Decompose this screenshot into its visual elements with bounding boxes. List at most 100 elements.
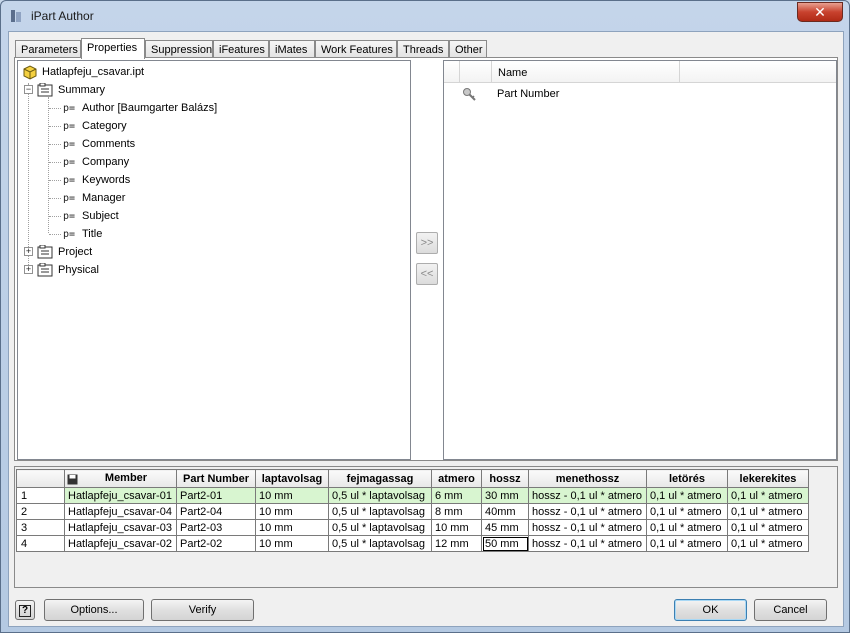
table-cell[interactable]: 30 mm	[481, 487, 529, 504]
row-number[interactable]: 1	[16, 487, 65, 504]
tab-imates[interactable]: iMates	[269, 40, 315, 58]
table-cell[interactable]: 12 mm	[431, 535, 482, 552]
column-header-menethossz[interactable]: menethossz	[528, 469, 647, 488]
add-property-button[interactable]: >>	[416, 232, 438, 254]
table-cell[interactable]: 0,1 ul * atmero	[646, 519, 728, 536]
tree-node-summary[interactable]: − Summary	[22, 81, 402, 99]
row-number[interactable]: 3	[16, 519, 65, 536]
table-cell[interactable]: 0,1 ul * atmero	[646, 503, 728, 520]
tree-property-item[interactable]: p= Category	[22, 117, 402, 135]
tab-threads[interactable]: Threads	[397, 40, 449, 58]
table-cell[interactable]: Hatlapfeju_csavar-03	[64, 519, 177, 536]
column-header-letores[interactable]: letörés	[646, 469, 728, 488]
corner-cell[interactable]	[16, 469, 65, 488]
tab-other[interactable]: Other	[449, 40, 487, 58]
property-set-icon	[37, 83, 53, 97]
header-cell[interactable]	[460, 61, 492, 83]
cancel-button[interactable]: Cancel	[754, 599, 827, 621]
tree-connector	[49, 162, 61, 163]
remove-property-button[interactable]: <<	[416, 263, 438, 285]
property-icon: p=	[63, 157, 76, 168]
help-button[interactable]: ?	[15, 600, 35, 620]
tree-property-label: Keywords	[82, 174, 131, 186]
tab-work-features[interactable]: Work Features	[315, 40, 397, 58]
table-cell[interactable]: 0,5 ul * laptavolsag	[328, 535, 432, 552]
table-row[interactable]: 3 Hatlapfeju_csavar-03 Part2-03 10 mm 0,5 ul…	[16, 519, 809, 536]
tree-property-item[interactable]: p= Author [Baumgarter Balázs]	[22, 99, 402, 117]
tab-parameters[interactable]: Parameters	[15, 40, 81, 58]
verify-button[interactable]: Verify	[151, 599, 254, 621]
tree-property-item[interactable]: p= Company	[22, 153, 402, 171]
tree-node-physical[interactable]: + Physical	[22, 261, 402, 279]
table-cell[interactable]: Part2-03	[176, 519, 256, 536]
header-cell[interactable]	[444, 61, 460, 83]
tab-ifeatures[interactable]: iFeatures	[213, 40, 269, 58]
tab-suppression[interactable]: Suppression	[145, 40, 213, 58]
table-cell[interactable]: 0,5 ul * laptavolsag	[328, 487, 432, 504]
ok-button[interactable]: OK	[674, 599, 747, 621]
table-row[interactable]: 4 Hatlapfeju_csavar-02 Part2-02 10 mm 0,5 ul…	[16, 535, 809, 552]
table-cell[interactable]: Part2-04	[176, 503, 256, 520]
table-cell[interactable]: 10 mm	[255, 535, 329, 552]
table-cell[interactable]: Hatlapfeju_csavar-04	[64, 503, 177, 520]
expand-icon[interactable]: +	[24, 264, 33, 274]
expand-icon[interactable]: +	[24, 246, 33, 256]
table-cell[interactable]: 0,1 ul * atmero	[727, 519, 809, 536]
column-header-laptavolsag[interactable]: laptavolsag	[255, 469, 329, 488]
table-cell[interactable]: 0,1 ul * atmero	[727, 503, 809, 520]
table-cell[interactable]: 0,1 ul * atmero	[727, 535, 809, 552]
row-number[interactable]: 4	[16, 535, 65, 552]
table-cell[interactable]: hossz - 0,1 ul * atmero	[528, 487, 647, 504]
table-cell[interactable]: hossz - 0,1 ul * atmero	[528, 503, 647, 520]
ipart-app-icon	[11, 10, 21, 22]
table-cell[interactable]: 50 mm	[481, 535, 529, 552]
column-header-member[interactable]: Member	[64, 469, 177, 488]
table-cell[interactable]: 10 mm	[431, 519, 482, 536]
tree-node-project[interactable]: + Project	[22, 243, 402, 261]
table-cell[interactable]: hossz - 0,1 ul * atmero	[528, 519, 647, 536]
table-cell[interactable]: 0,5 ul * laptavolsag	[328, 503, 432, 520]
row-number[interactable]: 2	[16, 503, 65, 520]
tree-connector	[49, 180, 61, 181]
column-header-fejmagassag[interactable]: fejmagassag	[328, 469, 432, 488]
table-cell[interactable]: Hatlapfeju_csavar-01	[64, 487, 177, 504]
tree-property-item[interactable]: p= Title	[22, 225, 402, 243]
table-row[interactable]: 2 Hatlapfeju_csavar-04 Part2-04 10 mm 0,5 ul…	[16, 503, 809, 520]
column-header-label: fejmagassag	[346, 472, 414, 485]
table-cell[interactable]: 45 mm	[481, 519, 529, 536]
table-cell[interactable]: 10 mm	[255, 487, 329, 504]
column-header-label: lekerekites	[739, 472, 797, 485]
title-bar[interactable]: iPart Author ✕	[1, 1, 849, 31]
table-cell[interactable]: 0,1 ul * atmero	[646, 487, 728, 504]
options-button[interactable]: Options...	[44, 599, 144, 621]
table-cell[interactable]: 0,1 ul * atmero	[727, 487, 809, 504]
tree-property-item[interactable]: p= Subject	[22, 207, 402, 225]
selected-properties-list[interactable]: Name Part Number	[443, 60, 837, 460]
table-cell[interactable]: Hatlapfeju_csavar-02	[64, 535, 177, 552]
table-cell[interactable]: hossz - 0,1 ul * atmero	[528, 535, 647, 552]
table-cell[interactable]: 0,5 ul * laptavolsag	[328, 519, 432, 536]
column-header-part-number[interactable]: Part Number	[176, 469, 256, 488]
table-cell[interactable]: 10 mm	[255, 519, 329, 536]
collapse-icon[interactable]: −	[24, 84, 33, 94]
tree-property-item[interactable]: p= Manager	[22, 189, 402, 207]
table-cell[interactable]: Part2-01	[176, 487, 256, 504]
table-cell[interactable]: 40mm	[481, 503, 529, 520]
tab-properties[interactable]: Properties	[81, 38, 145, 59]
table-cell[interactable]: 8 mm	[431, 503, 482, 520]
table-cell[interactable]: 6 mm	[431, 487, 482, 504]
properties-tree[interactable]: Hatlapfeju_csavar.ipt − Summary p= Author…	[17, 60, 411, 460]
table-cell[interactable]: 0,1 ul * atmero	[646, 535, 728, 552]
list-item[interactable]: Part Number	[444, 87, 836, 105]
close-button[interactable]: ✕	[797, 2, 843, 22]
tree-root-part[interactable]: Hatlapfeju_csavar.ipt	[20, 63, 400, 81]
member-table[interactable]: Member Part Number laptavolsag fejmagass…	[16, 469, 809, 552]
tree-property-item[interactable]: p= Keywords	[22, 171, 402, 189]
tree-property-item[interactable]: p= Comments	[22, 135, 402, 153]
table-row[interactable]: 1 Hatlapfeju_csavar-01 Part2-01 10 mm 0,5 ul…	[16, 487, 809, 504]
column-header-hossz[interactable]: hossz	[481, 469, 529, 488]
column-header-lekerekites[interactable]: lekerekites	[727, 469, 809, 488]
table-cell[interactable]: 10 mm	[255, 503, 329, 520]
column-header-atmero[interactable]: atmero	[431, 469, 482, 488]
table-cell[interactable]: Part2-02	[176, 535, 256, 552]
